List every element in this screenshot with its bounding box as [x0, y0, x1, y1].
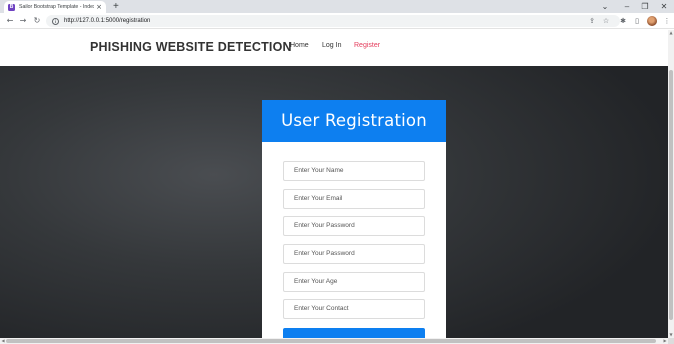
- vertical-scrollbar[interactable]: ▲ ▼: [668, 30, 674, 338]
- extensions-puzzle-icon[interactable]: ✱: [617, 13, 629, 29]
- share-icon[interactable]: ⇪: [586, 13, 598, 29]
- url-text[interactable]: http://127.0.0.1:5000/registration: [64, 18, 150, 24]
- tab-title: Sailor Bootstrap Template - Index: [19, 4, 95, 10]
- restore-button[interactable]: ❐: [636, 0, 654, 13]
- scrollbar-corner: [668, 338, 674, 344]
- profile-avatar[interactable]: [647, 16, 657, 26]
- horizontal-scroll-thumb[interactable]: [6, 339, 656, 343]
- minimize-button[interactable]: –: [618, 0, 636, 13]
- nav-register-link[interactable]: Register: [354, 42, 380, 49]
- back-arrow-icon[interactable]: ←: [4, 13, 16, 29]
- registration-card: User Registration Enter Your Name Enter …: [262, 100, 446, 338]
- vertical-scroll-thumb[interactable]: [669, 70, 673, 320]
- form-title: User Registration: [262, 100, 446, 142]
- tab-search-chevron-icon[interactable]: ⌄: [596, 0, 614, 13]
- new-tab-button[interactable]: +: [113, 0, 119, 13]
- browser-toolbar: ← → ↻ i http://127.0.0.1:5000/registrati…: [0, 13, 674, 29]
- age-input[interactable]: Enter Your Age: [283, 272, 425, 292]
- browser-tab[interactable]: B Sailor Bootstrap Template - Index ×: [4, 1, 106, 13]
- reload-icon[interactable]: ↻: [31, 13, 43, 29]
- site-brand[interactable]: PHISHING WEBSITE DETECTION: [90, 40, 292, 54]
- register-submit-button[interactable]: [283, 328, 425, 338]
- tab-close-icon[interactable]: ×: [96, 3, 102, 11]
- side-panel-icon[interactable]: ▯: [631, 13, 643, 29]
- tab-strip: B Sailor Bootstrap Template - Index × + …: [0, 0, 674, 13]
- confirm-password-input[interactable]: Enter Your Password: [283, 244, 425, 264]
- nav-home-link[interactable]: Home: [290, 42, 309, 49]
- scroll-up-arrow-icon[interactable]: ▲: [668, 30, 674, 36]
- hero-section: User Registration Enter Your Name Enter …: [0, 66, 668, 338]
- site-info-icon[interactable]: i: [52, 17, 59, 25]
- bookmark-star-icon[interactable]: ☆: [600, 13, 612, 29]
- site-header: PHISHING WEBSITE DETECTION Home Log In R…: [0, 30, 668, 66]
- horizontal-scrollbar[interactable]: ◀ ▶: [0, 338, 668, 344]
- menu-kebab-icon[interactable]: ⋮: [661, 13, 673, 29]
- forward-arrow-icon[interactable]: →: [17, 13, 29, 29]
- address-bar[interactable]: i http://127.0.0.1:5000/registration: [46, 15, 620, 27]
- password-input[interactable]: Enter Your Password: [283, 216, 425, 236]
- bootstrap-favicon-icon: B: [8, 3, 15, 11]
- nav-login-link[interactable]: Log In: [322, 42, 341, 49]
- name-input[interactable]: Enter Your Name: [283, 161, 425, 181]
- contact-input[interactable]: Enter Your Contact: [283, 299, 425, 319]
- email-input[interactable]: Enter Your Email: [283, 189, 425, 209]
- close-window-button[interactable]: ✕: [655, 0, 673, 13]
